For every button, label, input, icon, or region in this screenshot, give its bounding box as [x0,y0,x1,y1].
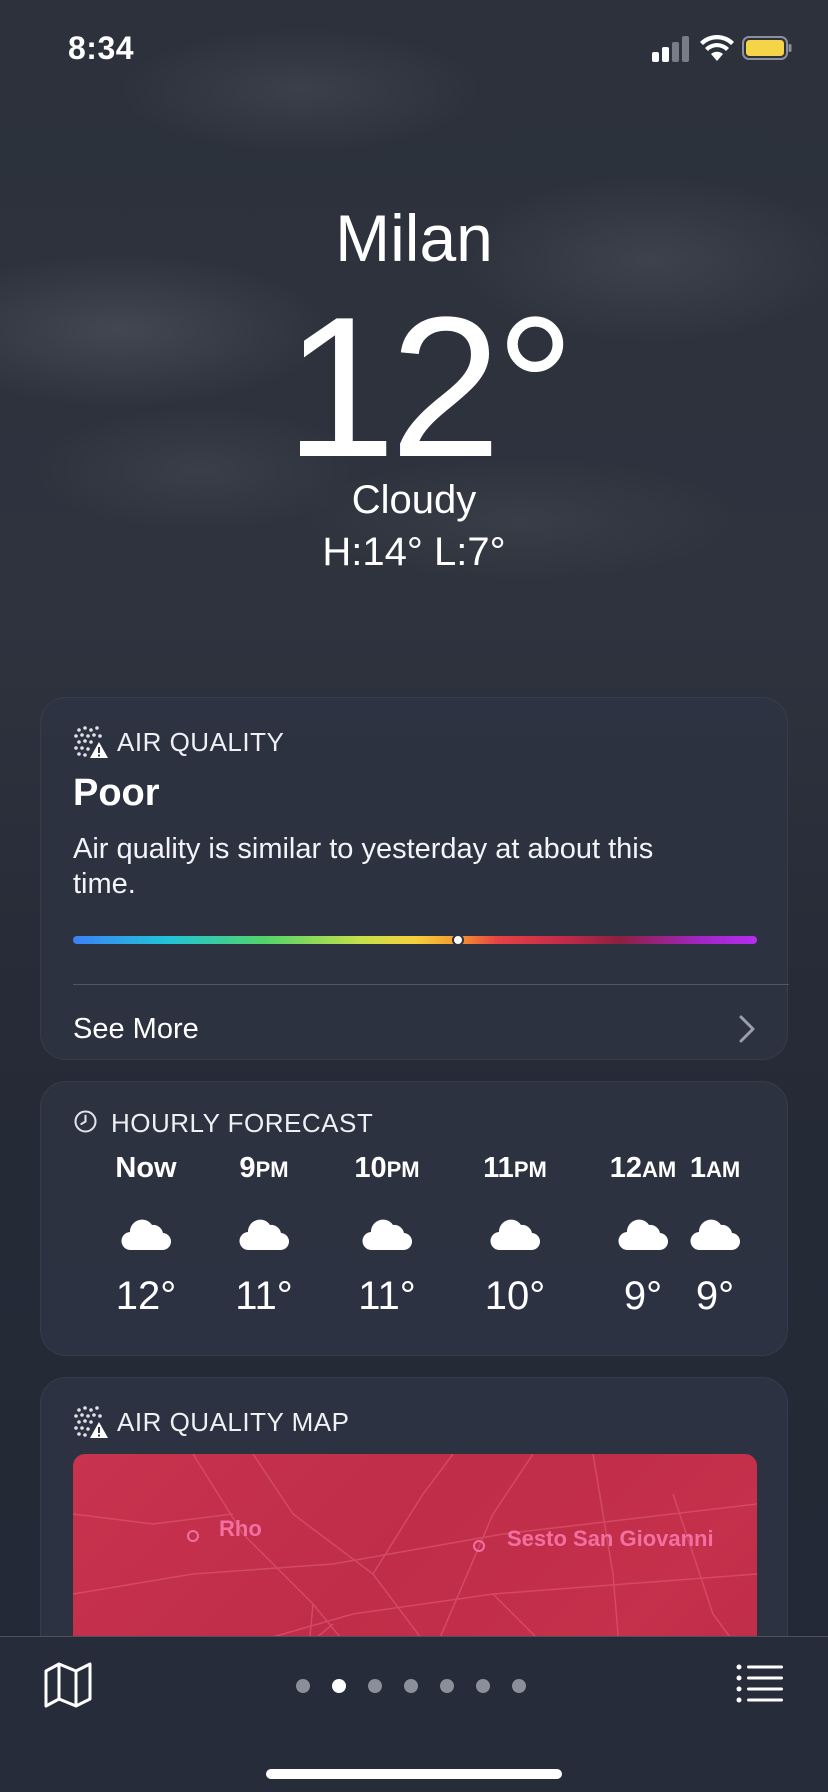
hour-label: 11PM [465,1152,565,1192]
hour-suffix: PM [386,1157,420,1182]
air-quality-card[interactable]: AIR QUALITY Poor Air quality is similar … [40,697,789,1060]
chevron-right-icon [739,1015,755,1043]
see-more-button[interactable]: See More [73,1004,757,1054]
air-quality-title: AIR QUALITY [117,726,285,757]
cloud-icon [490,1219,540,1251]
home-indicator[interactable] [266,1769,562,1779]
hour-temp: 12° [115,1274,177,1318]
see-more-label: See More [73,1012,199,1045]
current-temperature: 12° [284,276,575,499]
page-dot[interactable] [404,1679,418,1693]
map-icon[interactable] [42,1659,94,1711]
air-quality-icon [74,726,108,758]
hour-suffix: PM [513,1157,547,1182]
city-name: Milan [335,201,493,275]
clock-icon [74,1109,97,1133]
air-quality-scale [73,936,757,944]
cloud-icon [239,1219,289,1251]
bottom-toolbar [0,1636,828,1792]
divider [73,984,789,985]
page-dot[interactable] [368,1679,382,1693]
hour-item: 9PM 11° [214,1152,314,1319]
hour-temp: 11° [235,1274,293,1318]
map-label-sesto: Sesto San Giovanni [507,1526,714,1551]
hour-label: 1AM [665,1152,765,1192]
cellular-signal-icon [652,36,689,62]
cloud-icon [618,1219,668,1251]
hour-item: 10PM 11° [337,1152,437,1319]
high-low-temperature: H:14° L:7° [322,530,506,574]
air-quality-description: Air quality is similar to yesterday at a… [73,833,654,900]
list-icon[interactable] [736,1663,784,1703]
cloud-icon [690,1219,740,1251]
hour-time: 9 [239,1152,256,1184]
hour-suffix: PM [255,1157,289,1182]
status-bar: 8:34 [0,0,828,100]
hour-item: 11PM 10° [465,1152,565,1319]
hour-time: 12 [609,1152,643,1184]
cloud-icon [121,1219,171,1251]
hour-time: Now [115,1152,177,1184]
hour-label: 10PM [337,1152,437,1192]
air-quality-map-header: AIR QUALITY MAP [73,1404,349,1440]
hourly-forecast-card[interactable]: HOURLY FORECAST Now 12° 9PM 11° 10PM 11°… [40,1081,788,1356]
page-dot[interactable] [440,1679,454,1693]
hour-label: Now [96,1152,196,1192]
air-quality-header: AIR QUALITY [73,724,284,760]
hour-label: 9PM [214,1152,314,1192]
map-label-rho: Rho [219,1516,262,1541]
air-quality-level: Poor [73,772,160,814]
page-dot[interactable] [476,1679,490,1693]
hourly-list[interactable]: Now 12° 9PM 11° 10PM 11° 11PM 10° 12AM 9… [41,1152,789,1342]
hourly-forecast-title: HOURLY FORECAST [111,1108,374,1138]
page-indicator[interactable] [296,1679,536,1695]
cloud-icon [362,1219,412,1251]
hour-item: 1AM 9° [665,1152,765,1319]
hour-item: Now 12° [96,1152,196,1319]
battery-icon [742,36,792,60]
weather-condition: Cloudy [351,478,477,522]
air-quality-icon [74,1406,108,1438]
air-quality-indicator [452,934,465,946]
hour-time: 1 [689,1152,706,1184]
page-dot-active[interactable] [332,1679,346,1693]
wifi-icon [700,35,734,61]
air-quality-map-title: AIR QUALITY MAP [117,1406,350,1437]
page-dot[interactable] [296,1679,310,1693]
hour-temp: 11° [358,1274,416,1318]
hour-time: 11 [483,1152,514,1184]
status-time: 8:34 [68,30,135,66]
hour-time: 10 [354,1152,387,1184]
map-pin [473,1540,485,1552]
hour-temp: 10° [484,1274,546,1318]
hour-suffix: AM [705,1157,741,1182]
hourly-forecast-header: HOURLY FORECAST [73,1108,373,1139]
page-dot[interactable] [512,1679,526,1693]
hour-temp: 9° [695,1274,735,1318]
map-pin [187,1530,199,1542]
